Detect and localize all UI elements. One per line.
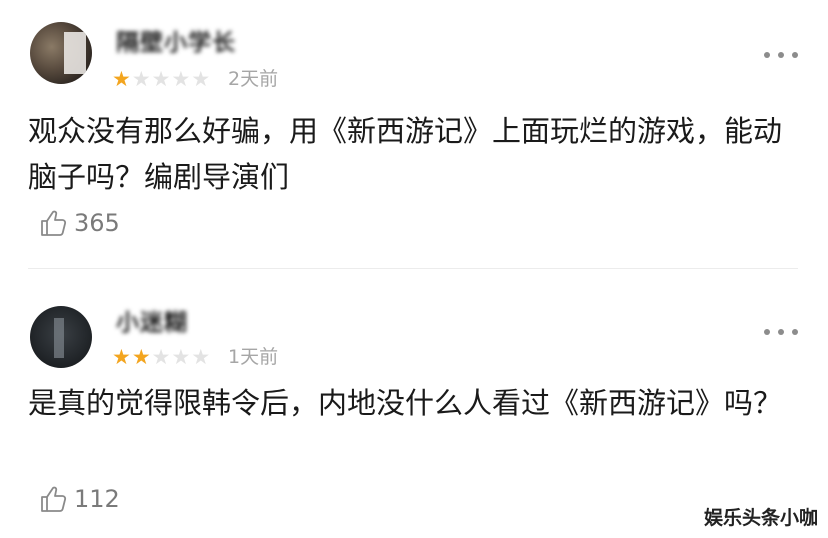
like-button[interactable]: 365	[38, 206, 120, 240]
avatar[interactable]	[30, 306, 92, 368]
star-icon: ★	[191, 67, 211, 91]
star-icon: ★	[171, 345, 191, 369]
star-icon: ★	[191, 345, 211, 369]
username[interactable]: 隔壁小学长	[116, 26, 236, 60]
star-icon: ★	[112, 345, 131, 369]
timestamp: 2天前	[228, 68, 279, 90]
comment-text: 是真的觉得限韩令后，内地没什么人看过《新西游记》吗？	[28, 386, 783, 420]
timestamp: 1天前	[228, 346, 279, 368]
like-button[interactable]: 112	[38, 482, 120, 516]
star-rating: ★ ★ ★ ★ ★	[112, 346, 210, 368]
divider	[28, 268, 798, 269]
star-icon: ★	[131, 67, 151, 91]
star-rating: ★ ★ ★ ★ ★	[112, 68, 210, 90]
like-count: 365	[74, 209, 120, 237]
star-icon: ★	[131, 345, 151, 369]
watermark: 娱乐头条小咖	[703, 507, 818, 529]
like-count: 112	[74, 485, 120, 513]
comment-item: 隔壁小学长 ★ ★ ★ ★ ★ 2天前 观众没有那么好骗，用《新西游记》上面玩烂…	[0, 0, 828, 268]
star-icon: ★	[151, 67, 171, 91]
star-icon: ★	[171, 67, 191, 91]
more-dots-icon[interactable]	[764, 48, 798, 62]
more-dots-icon[interactable]	[764, 325, 798, 339]
comment-item: 小迷糊 ★ ★ ★ ★ ★ 1天前 是真的觉得限韩令后，内地没什么人看过《新西游…	[0, 270, 828, 538]
star-icon: ★	[151, 345, 171, 369]
avatar[interactable]	[30, 22, 92, 84]
thumbs-up-icon	[41, 210, 67, 236]
username[interactable]: 小迷糊	[116, 306, 188, 340]
thumbs-up-icon	[41, 486, 67, 512]
star-icon: ★	[112, 67, 131, 91]
comment-text: 观众没有那么好骗，用《新西游记》上面玩烂的游戏，能动脑子吗？编剧导演们	[28, 114, 783, 194]
